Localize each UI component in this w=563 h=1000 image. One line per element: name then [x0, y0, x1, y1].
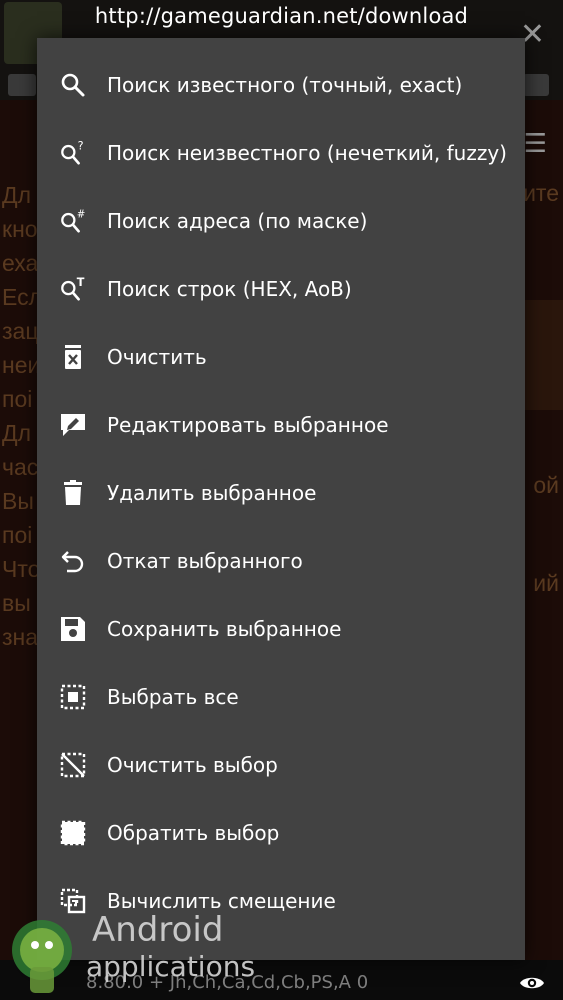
- trash-icon: [59, 476, 87, 510]
- menu-item-clear[interactable]: Очистить: [37, 323, 525, 391]
- menu-item-label: Удалить выбранное: [107, 481, 317, 505]
- pause-button: [8, 74, 36, 96]
- save-icon: [59, 612, 87, 646]
- svg-text:?: ?: [78, 139, 84, 152]
- search-hash-icon: #: [59, 204, 87, 238]
- select-all-icon: [59, 680, 87, 714]
- background-fragment-right: ите: [523, 180, 559, 206]
- watermark-line1: Android: [92, 910, 224, 950]
- edit-icon: [59, 408, 87, 442]
- menu-item-label: Очистить выбор: [107, 753, 278, 777]
- menu-item-clear-selection[interactable]: Очистить выбор: [37, 731, 525, 799]
- menu-item-delete-selected[interactable]: Удалить выбранное: [37, 459, 525, 527]
- search-question-icon: ?: [59, 136, 87, 170]
- menu-item-label: Поиск неизвестного (нечеткий, fuzzy): [107, 141, 507, 165]
- menu-item-label: Очистить: [107, 345, 207, 369]
- menu-item-label: Обратить выбор: [107, 821, 280, 845]
- menu-item-label: Откат выбранного: [107, 549, 303, 573]
- menu-icon: ☰: [523, 128, 547, 158]
- search-text-icon: T: [59, 272, 87, 306]
- background-fragment-right: ий: [533, 570, 559, 596]
- menu-item-edit-selected[interactable]: Редактировать выбранное: [37, 391, 525, 459]
- svg-text:#: #: [77, 208, 86, 220]
- menu-item-label: Поиск адреса (по маске): [107, 209, 368, 233]
- menu-item-save-selected[interactable]: Сохранить выбранное: [37, 595, 525, 663]
- svg-text:T: T: [77, 276, 85, 289]
- search-menu-dialog: Поиск известного (точный, exact) ? Поиск…: [37, 38, 525, 960]
- clear-icon: [59, 340, 87, 374]
- menu-item-label: Сохранить выбранное: [107, 617, 342, 641]
- menu-item-search-known[interactable]: Поиск известного (точный, exact): [37, 51, 525, 119]
- download-url-banner: http://gameguardian.net/download: [94, 4, 469, 28]
- undo-icon: [59, 544, 87, 578]
- menu-item-select-all[interactable]: Выбрать все: [37, 663, 525, 731]
- menu-item-search-strings[interactable]: T Поиск строк (HEX, AoB): [37, 255, 525, 323]
- search-icon: [59, 68, 87, 102]
- menu-item-label: Поиск строк (HEX, AoB): [107, 277, 352, 301]
- menu-item-search-address[interactable]: # Поиск адреса (по маске): [37, 187, 525, 255]
- menu-item-revert-selected[interactable]: Откат выбранного: [37, 527, 525, 595]
- watermark-line2: applications: [86, 950, 256, 983]
- refresh-button: [523, 74, 549, 96]
- menu-item-search-unknown[interactable]: ? Поиск неизвестного (нечеткий, fuzzy): [37, 119, 525, 187]
- menu-item-label: Поиск известного (точный, exact): [107, 73, 463, 97]
- select-none-icon: [59, 748, 87, 782]
- background-fragment-right: ой: [533, 472, 559, 498]
- menu-item-label: Редактировать выбранное: [107, 413, 389, 437]
- menu-item-invert-selection[interactable]: Обратить выбор: [37, 799, 525, 867]
- eye-icon[interactable]: [519, 974, 545, 992]
- invert-selection-icon: [59, 816, 87, 850]
- menu-item-label: Выбрать все: [107, 685, 239, 709]
